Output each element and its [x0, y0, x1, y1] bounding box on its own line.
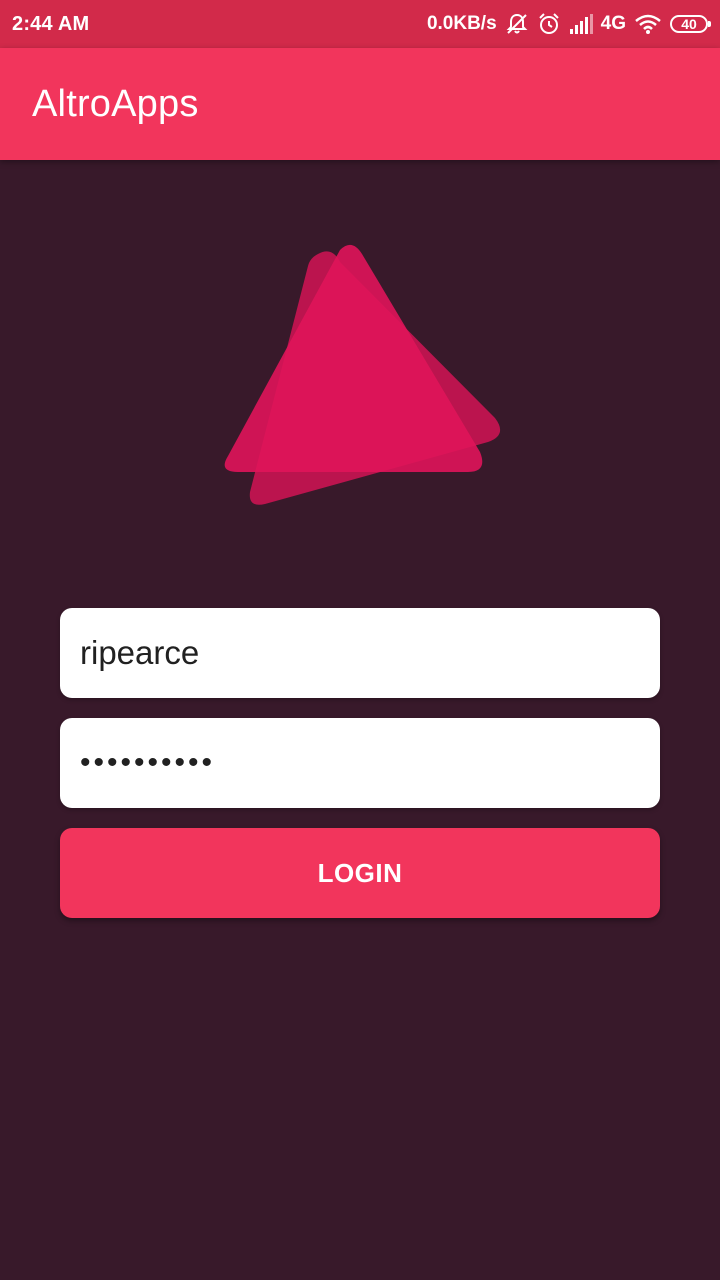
login-button[interactable]: LOGIN	[60, 828, 660, 918]
logo-front-triangle	[224, 244, 483, 472]
login-button-label: LOGIN	[317, 857, 403, 888]
app-bar: AltroApps	[0, 48, 720, 160]
username-field[interactable]: ripearce	[60, 608, 660, 698]
battery-level: 40	[681, 16, 697, 32]
battery-icon: 40	[670, 15, 711, 33]
password-field[interactable]: ••••••••••	[60, 718, 660, 808]
network-speed: 0.0KB/s	[426, 13, 497, 34]
network-type: 4G	[600, 13, 626, 34]
password-value: ••••••••••	[80, 746, 216, 779]
muted-bell-icon	[505, 12, 529, 36]
username-value: ripearce	[80, 634, 200, 671]
status-time: 2:44 AM	[12, 12, 90, 35]
status-bar: 2:44 AM 0.0KB/s 4G 40	[0, 0, 720, 48]
wifi-icon	[634, 13, 662, 35]
signal-icon	[569, 14, 593, 34]
app-logo	[224, 244, 501, 505]
alarm-icon	[537, 12, 561, 36]
app-title: AltroApps	[32, 82, 199, 125]
status-icons: 0.0KB/s 4G 40	[426, 12, 711, 36]
